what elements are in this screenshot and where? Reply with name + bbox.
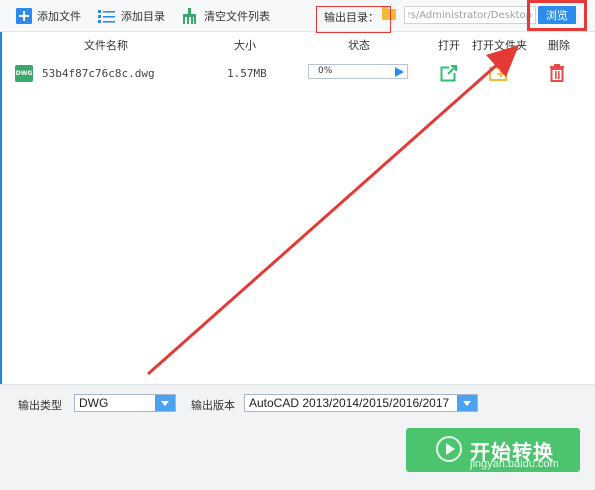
toolbar: 添加文件 添加目录 清空文件列表 输出目录： 浏览 [0,0,595,32]
header-delete: 删除 [548,39,570,52]
file-name: 53b4f87c76c8c.dwg [42,67,155,80]
output-type-select[interactable]: DWG [74,394,176,412]
delete-icon[interactable] [548,64,566,82]
progress-text: 0% [318,66,333,76]
broom-icon [183,8,196,24]
progress-bar: 0% [308,64,408,79]
output-version-label: 输出版本 [191,399,235,412]
list-icon [98,10,115,23]
add-folder-button[interactable]: 添加目录 [98,6,165,26]
annotation-box-browse [527,0,587,31]
header-open: 打开 [438,39,460,52]
add-file-label: 添加文件 [37,10,81,23]
output-type-label: 输出类型 [18,399,62,412]
output-version-value: AutoCAD 2013/2014/2015/2016/2017 [249,396,450,410]
add-folder-label: 添加目录 [121,10,165,23]
header-open-folder: 打开文件夹 [472,39,527,52]
file-size: 1.57MB [227,67,267,80]
dwg-file-icon: DWG [15,65,33,82]
watermark-text: jingyan.baidu.com [470,458,559,470]
output-path-input[interactable] [404,6,536,24]
table-header: 文件名称 大小 状态 打开 打开文件夹 删除 [0,32,595,56]
clear-list-label: 清空文件列表 [204,10,270,23]
play-icon[interactable] [395,67,404,77]
output-type-value: DWG [79,396,109,410]
output-version-select[interactable]: AutoCAD 2013/2014/2015/2016/2017 [244,394,478,412]
table-row[interactable]: DWG 53b4f87c76c8c.dwg 1.57MB 0% [0,61,595,87]
header-status: 状态 [348,39,370,52]
clear-list-button[interactable]: 清空文件列表 [181,6,270,26]
open-icon[interactable] [440,64,458,82]
header-size: 大小 [234,39,256,52]
annotation-box-output-dir [316,6,391,33]
add-file-icon [16,8,32,24]
chevron-down-icon[interactable] [155,395,175,411]
header-name: 文件名称 [84,39,128,52]
add-file-button[interactable]: 添加文件 [16,6,81,26]
open-folder-icon[interactable] [489,64,507,82]
chevron-down-icon[interactable] [457,395,477,411]
play-circle-icon [436,436,462,462]
